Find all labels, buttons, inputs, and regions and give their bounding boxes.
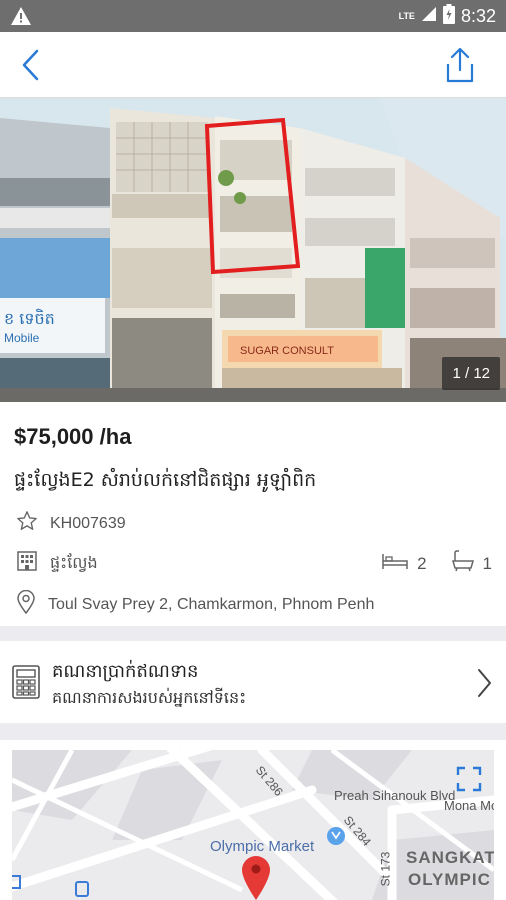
chevron-left-icon bbox=[22, 49, 39, 81]
listing-title: ផ្ទះល្វែងE2 សំរាប់លក់នៅជិតផ្សារ អូឡាំពិក bbox=[14, 469, 317, 491]
building-photo: ខ ទេចិត Mobile SUGAR CONSULT bbox=[0, 98, 506, 402]
address-row: Toul Svay Prey 2, Chamkarmon, Phnom Penh bbox=[16, 589, 375, 619]
star-icon[interactable] bbox=[16, 510, 38, 537]
map-label-mona: Mona Mc bbox=[444, 798, 494, 813]
status-bar: LTE 8:32 bbox=[0, 0, 506, 32]
svg-text:SUGAR CONSULT: SUGAR CONSULT bbox=[240, 345, 334, 357]
location-map[interactable]: St 286 Preah Sihanouk Blvd Mona Mc St 28… bbox=[12, 750, 494, 900]
bedroom-count: 2 bbox=[417, 553, 427, 573]
room-info: 2 1 bbox=[381, 550, 492, 577]
location-pin-icon bbox=[16, 589, 36, 619]
map-label-olympic: OLYMPIC bbox=[408, 870, 491, 889]
property-type-row: ផ្ទះល្វែង bbox=[16, 550, 98, 577]
photo-counter: 1 / 12 bbox=[442, 357, 500, 390]
app-bar bbox=[0, 32, 506, 98]
bed-icon bbox=[381, 551, 409, 576]
map-label-preah-sihanouk: Preah Sihanouk Blvd bbox=[334, 788, 456, 803]
warning-icon bbox=[10, 6, 32, 31]
battery-icon bbox=[442, 3, 455, 29]
listing-photo[interactable]: ខ ទេចិត Mobile SUGAR CONSULT 1 / 12 bbox=[0, 98, 506, 402]
share-icon bbox=[446, 47, 474, 83]
loan-calculator-card[interactable]: គណនាប្រាក់ឥណទាន គណនាការសងរបស់អ្នកនៅទីនេះ bbox=[0, 641, 506, 723]
fullscreen-icon[interactable] bbox=[456, 766, 482, 797]
network-type: LTE bbox=[398, 11, 415, 21]
listing-details: $75,000 /ha ផ្ទះល្វែងE2 សំរាប់លក់នៅជិតផ្… bbox=[0, 402, 506, 626]
map-label-olympic-market: Olympic Market bbox=[210, 838, 315, 855]
back-button[interactable] bbox=[16, 48, 48, 82]
share-button[interactable] bbox=[444, 46, 476, 84]
svg-text:ខ ទេចិត: ខ ទេចិត bbox=[4, 308, 55, 328]
calculator-subtitle: គណនាការសងរបស់អ្នកនៅទីនេះ bbox=[52, 688, 247, 707]
chevron-right-icon bbox=[474, 667, 494, 704]
listing-code-row: KH007639 bbox=[16, 510, 126, 537]
svg-text:Mobile: Mobile bbox=[4, 331, 40, 345]
clock: 8:32 bbox=[460, 5, 496, 26]
map-label-sangkat: SANGKAT bbox=[406, 848, 494, 867]
listing-price: $75,000 /ha bbox=[14, 424, 132, 449]
listing-address: Toul Svay Prey 2, Chamkarmon, Phnom Penh bbox=[48, 595, 375, 613]
building-icon bbox=[16, 550, 38, 577]
property-type: ផ្ទះល្វែង bbox=[50, 552, 98, 572]
map-label-st173: St 173 bbox=[378, 851, 393, 887]
map-card: St 286 Preah Sihanouk Blvd Mona Mc St 28… bbox=[0, 740, 506, 900]
signal-icon bbox=[421, 6, 437, 27]
listing-code: KH007639 bbox=[50, 514, 126, 532]
calculator-title: គណនាប្រាក់ឥណទាន bbox=[52, 661, 199, 682]
calculator-icon bbox=[12, 665, 40, 704]
bathroom-count: 1 bbox=[482, 553, 492, 573]
bathtub-icon bbox=[451, 550, 475, 577]
